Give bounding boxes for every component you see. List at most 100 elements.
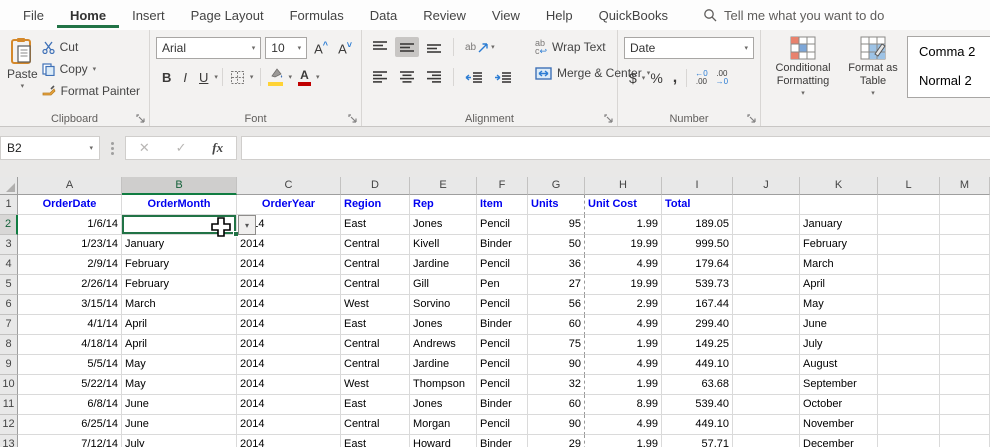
cell-C10[interactable]: 2014: [237, 375, 341, 395]
cell-B12[interactable]: June: [122, 415, 237, 435]
cell-G4[interactable]: 36: [528, 255, 585, 275]
cell-style-normal-2[interactable]: Normal 2: [908, 66, 990, 95]
cell-I1[interactable]: Total: [662, 195, 733, 215]
cell-E1[interactable]: Rep: [410, 195, 477, 215]
cell-J8[interactable]: [733, 335, 800, 355]
cell-E5[interactable]: Gill: [410, 275, 477, 295]
cell-C1[interactable]: OrderYear: [237, 195, 341, 215]
cell-K5[interactable]: April: [800, 275, 878, 295]
tab-formulas[interactable]: Formulas: [277, 2, 357, 28]
cell-E3[interactable]: Kivell: [410, 235, 477, 255]
decrease-decimal-button[interactable]: .00 →0: [712, 69, 732, 87]
cell-H5[interactable]: 19.99: [585, 275, 662, 295]
cell-J9[interactable]: [733, 355, 800, 375]
cell-J10[interactable]: [733, 375, 800, 395]
cell-B8[interactable]: April: [122, 335, 237, 355]
cell-H12[interactable]: 4.99: [585, 415, 662, 435]
decrease-font-size-button[interactable]: A˅: [335, 40, 355, 56]
cell-M5[interactable]: [940, 275, 990, 295]
decrease-indent-button[interactable]: [461, 68, 487, 87]
column-header-B[interactable]: B: [122, 177, 237, 195]
cell-I11[interactable]: 539.40: [662, 395, 733, 415]
cut-button[interactable]: Cut: [39, 38, 143, 56]
row-header-8[interactable]: 8: [0, 335, 18, 355]
enter-button[interactable]: ✓: [176, 140, 187, 156]
cell-F1[interactable]: Item: [477, 195, 528, 215]
cell-L12[interactable]: [878, 415, 940, 435]
format-painter-button[interactable]: Format Painter: [39, 82, 143, 100]
cell-M9[interactable]: [940, 355, 990, 375]
cell-G6[interactable]: 56: [528, 295, 585, 315]
cell-G10[interactable]: 32: [528, 375, 585, 395]
cell-J12[interactable]: [733, 415, 800, 435]
select-all-corner[interactable]: [0, 177, 18, 195]
cell-F12[interactable]: Pencil: [477, 415, 528, 435]
cell-H10[interactable]: 1.99: [585, 375, 662, 395]
cell-K7[interactable]: June: [800, 315, 878, 335]
cell-H11[interactable]: 8.99: [585, 395, 662, 415]
cell-D13[interactable]: East: [341, 435, 410, 447]
column-header-I[interactable]: I: [662, 177, 733, 195]
column-header-J[interactable]: J: [733, 177, 800, 195]
cell-L2[interactable]: [878, 215, 940, 235]
cell-H8[interactable]: 1.99: [585, 335, 662, 355]
cell-M12[interactable]: [940, 415, 990, 435]
cell-F3[interactable]: Binder: [477, 235, 528, 255]
cell-C11[interactable]: 2014: [237, 395, 341, 415]
cell-I13[interactable]: 57.71: [662, 435, 733, 447]
cell-K2[interactable]: January: [800, 215, 878, 235]
cell-I2[interactable]: 189.05: [662, 215, 733, 235]
column-header-F[interactable]: F: [477, 177, 528, 195]
cell-A13[interactable]: 7/12/14: [18, 435, 122, 447]
cell-B6[interactable]: March: [122, 295, 237, 315]
font-size-select[interactable]: 10 ▾: [265, 37, 308, 59]
cell-H3[interactable]: 19.99: [585, 235, 662, 255]
cell-L1[interactable]: [878, 195, 940, 215]
cell-C7[interactable]: 2014: [237, 315, 341, 335]
cell-J4[interactable]: [733, 255, 800, 275]
cell-E9[interactable]: Jardine: [410, 355, 477, 375]
cell-A5[interactable]: 2/26/14: [18, 275, 122, 295]
column-header-L[interactable]: L: [878, 177, 940, 195]
alignment-dialog-launcher[interactable]: [603, 113, 614, 124]
middle-align-button[interactable]: [395, 37, 419, 57]
cell-D8[interactable]: Central: [341, 335, 410, 355]
cell-G5[interactable]: 27: [528, 275, 585, 295]
row-header-3[interactable]: 3: [0, 235, 18, 255]
cell-A2[interactable]: 1/6/14: [18, 215, 122, 235]
cell-I12[interactable]: 449.10: [662, 415, 733, 435]
cell-G9[interactable]: 90: [528, 355, 585, 375]
cell-K12[interactable]: November: [800, 415, 878, 435]
cell-J2[interactable]: [733, 215, 800, 235]
cell-F11[interactable]: Binder: [477, 395, 528, 415]
column-header-G[interactable]: G: [528, 177, 585, 195]
cell-L11[interactable]: [878, 395, 940, 415]
cell-D12[interactable]: Central: [341, 415, 410, 435]
cell-J3[interactable]: [733, 235, 800, 255]
cell-K4[interactable]: March: [800, 255, 878, 275]
cell-M11[interactable]: [940, 395, 990, 415]
cell-B10[interactable]: May: [122, 375, 237, 395]
italic-button[interactable]: I: [177, 69, 193, 86]
row-header-6[interactable]: 6: [0, 295, 18, 315]
cell-G3[interactable]: 50: [528, 235, 585, 255]
number-format-select[interactable]: Date ▾: [624, 37, 754, 59]
cell-D11[interactable]: East: [341, 395, 410, 415]
column-header-A[interactable]: A: [18, 177, 122, 195]
validation-dropdown-button[interactable]: ▾: [238, 215, 256, 235]
cell-A7[interactable]: 4/1/14: [18, 315, 122, 335]
column-header-K[interactable]: K: [800, 177, 878, 195]
cell-C8[interactable]: 2014: [237, 335, 341, 355]
tell-me-search[interactable]: Tell me what you want to do: [703, 8, 884, 23]
cell-F4[interactable]: Pencil: [477, 255, 528, 275]
fill-color-button[interactable]: ▾: [265, 66, 295, 88]
cell-M7[interactable]: [940, 315, 990, 335]
copy-button[interactable]: Copy ▾: [39, 60, 143, 78]
format-as-table-button[interactable]: Format as Table ▾: [841, 34, 905, 110]
cell-K13[interactable]: December: [800, 435, 878, 447]
cell-D5[interactable]: Central: [341, 275, 410, 295]
cell-D2[interactable]: East: [341, 215, 410, 235]
bottom-align-button[interactable]: [422, 37, 446, 57]
cell-E12[interactable]: Morgan: [410, 415, 477, 435]
cell-K1[interactable]: [800, 195, 878, 215]
